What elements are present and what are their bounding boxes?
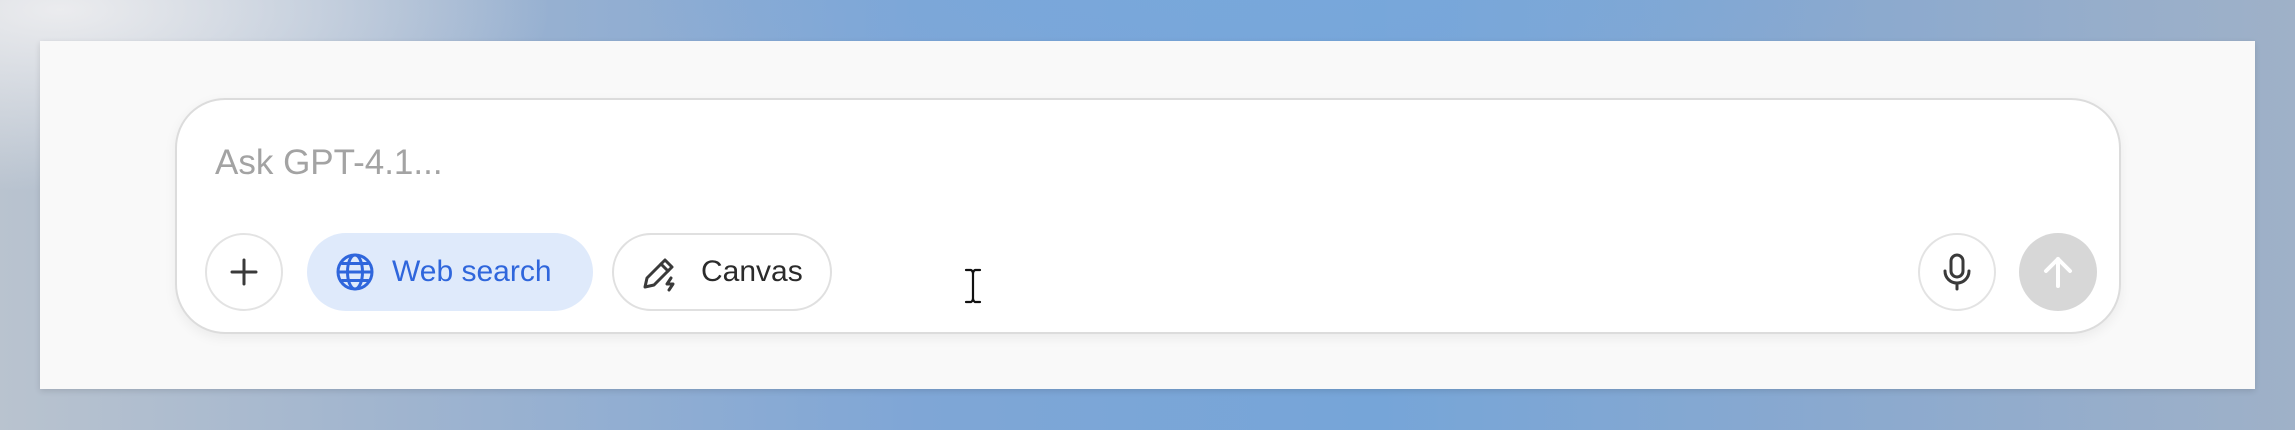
voice-input-button[interactable] — [1918, 233, 1996, 311]
pencil-sparkle-icon — [643, 258, 675, 292]
microphone-icon — [1943, 253, 1971, 291]
send-button[interactable] — [2019, 233, 2097, 311]
web-search-label: Web search — [392, 255, 552, 288]
arrow-up-icon — [2044, 257, 2072, 288]
web-search-button[interactable]: Web search — [307, 233, 593, 311]
chat-composer: Web search Canvas — [175, 98, 2121, 334]
prompt-input[interactable] — [215, 138, 1915, 188]
globe-icon — [336, 253, 374, 291]
canvas-label: Canvas — [701, 255, 803, 288]
add-attachment-button[interactable] — [205, 233, 283, 311]
app-window: Web search Canvas — [40, 41, 2255, 389]
text-cursor-icon — [964, 268, 982, 304]
canvas-button[interactable]: Canvas — [612, 233, 832, 311]
plus-icon — [230, 258, 258, 286]
